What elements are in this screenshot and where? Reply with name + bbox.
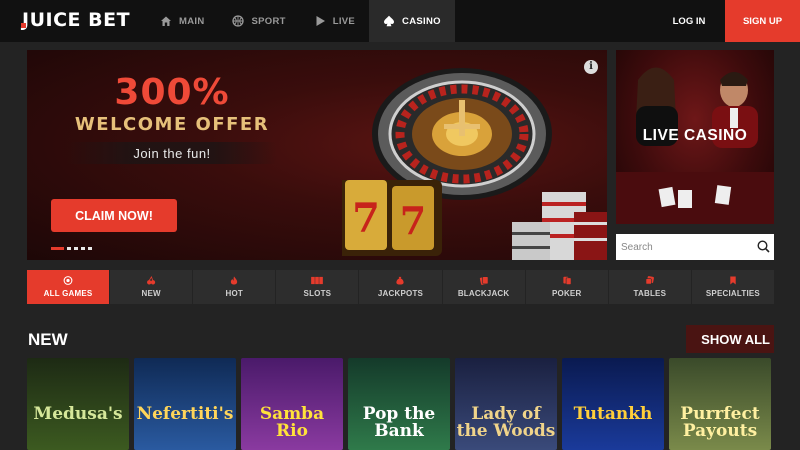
game-title: Purrfect Payouts xyxy=(680,404,760,441)
signup-button[interactable]: SIGN UP xyxy=(725,0,800,42)
game-title: Medusa's xyxy=(33,404,123,424)
carousel-dot[interactable] xyxy=(74,247,78,250)
chip-stacks xyxy=(512,192,607,260)
carousel-dots xyxy=(51,247,92,250)
slot-reels: 7 7 7 xyxy=(342,180,442,256)
home-icon xyxy=(161,16,171,26)
tab-all-games[interactable]: ALL GAMES xyxy=(27,270,111,304)
tab-label: TABLES xyxy=(633,289,667,298)
game-tile[interactable]: Pop the Bank xyxy=(348,358,450,450)
category-tabs: ALL GAMES NEW HOT SLOTS JACKPOTS BLACKJA… xyxy=(27,270,774,304)
search-icon[interactable] xyxy=(757,240,770,253)
top-header: JUICE BET MAIN SPORT LIVE CASINO LOG IN … xyxy=(0,0,800,42)
game-title: Nefertiti's xyxy=(136,404,234,424)
tab-specialties[interactable]: SPECIALTIES xyxy=(691,270,774,304)
tab-label: JACKPOTS xyxy=(377,289,424,298)
bookmark-icon xyxy=(730,276,736,285)
slot-digit-2: 7 xyxy=(352,195,380,242)
slots-icon xyxy=(311,276,324,285)
info-icon[interactable]: i xyxy=(584,60,598,74)
search-box xyxy=(616,234,774,260)
game-tile[interactable]: Samba Rio xyxy=(241,358,343,450)
tab-label: SPECIALTIES xyxy=(705,289,760,298)
cherry-icon xyxy=(147,276,156,285)
nav-label-sport: SPORT xyxy=(251,15,286,27)
tab-label: SLOTS xyxy=(303,289,332,298)
tab-new[interactable]: NEW xyxy=(110,270,194,304)
chip-icon xyxy=(63,276,73,285)
game-tile[interactable]: Nefertiti's xyxy=(134,358,236,450)
nav-label-live: LIVE xyxy=(332,15,356,27)
tab-slots[interactable]: SLOTS xyxy=(276,270,360,304)
roulette-slots-illustration: 7 7 7 xyxy=(342,68,607,260)
carousel-dot[interactable] xyxy=(88,247,92,250)
nav-item-main[interactable]: MAIN xyxy=(146,0,218,42)
basketball-icon xyxy=(232,15,245,27)
tab-label: BLACKJACK xyxy=(457,289,510,298)
claim-now-button[interactable]: CLAIM NOW! xyxy=(51,199,177,232)
game-title: Samba Rio xyxy=(259,404,325,441)
logo-text: JUICE BET xyxy=(22,9,131,31)
slot-digit-3: 7 xyxy=(400,198,426,243)
play-icon xyxy=(316,16,325,26)
nav-label-main: MAIN xyxy=(179,15,205,27)
carousel-dot[interactable] xyxy=(81,247,85,250)
tab-poker[interactable]: POKER xyxy=(525,270,609,304)
tab-label: ALL GAMES xyxy=(43,289,93,298)
nav-label-casino: CASINO xyxy=(402,15,441,27)
carousel-dot[interactable] xyxy=(67,247,71,250)
game-tile[interactable]: Tutankh xyxy=(562,358,664,450)
cards-icon xyxy=(479,276,488,285)
dice-icon xyxy=(645,276,654,285)
tab-blackjack[interactable]: BLACKJACK xyxy=(442,270,526,304)
game-tile[interactable]: Purrfect Payouts xyxy=(669,358,771,450)
live-casino-title: LIVE CASINO xyxy=(642,127,748,144)
offer-percent: 300% xyxy=(114,72,230,113)
poker-cards-icon xyxy=(563,276,572,285)
logo-dot xyxy=(21,23,26,28)
logo[interactable]: JUICE BET xyxy=(21,9,131,31)
offer-title: WELCOME OFFER xyxy=(74,114,270,135)
nav-item-live[interactable]: LIVE xyxy=(300,0,369,42)
tab-jackpots[interactable]: JACKPOTS xyxy=(359,270,443,304)
new-games-row: Medusa's Nefertiti's Samba Rio Pop the B… xyxy=(27,358,775,450)
show-all-button[interactable]: SHOW ALL xyxy=(686,325,774,353)
tab-hot[interactable]: HOT xyxy=(193,270,277,304)
live-casino-card[interactable]: LIVE CASINO xyxy=(616,50,774,224)
game-title: Lady of the Woods xyxy=(456,404,556,441)
flame-icon xyxy=(231,276,238,285)
tab-label: POKER xyxy=(551,289,582,298)
tab-tables[interactable]: TABLES xyxy=(608,270,692,304)
game-title: Tutankh xyxy=(573,404,653,424)
search-input[interactable] xyxy=(616,234,751,260)
section-title-new: NEW xyxy=(28,330,68,349)
main-nav: MAIN SPORT LIVE CASINO xyxy=(146,0,455,42)
game-tile[interactable]: Lady of the Woods xyxy=(455,358,557,450)
tab-label: HOT xyxy=(225,289,244,298)
login-button[interactable]: LOG IN xyxy=(654,0,724,42)
nav-item-casino[interactable]: CASINO xyxy=(369,0,455,42)
tab-label: NEW xyxy=(141,289,161,298)
spade-icon xyxy=(384,15,395,27)
nav-item-sport[interactable]: SPORT xyxy=(218,0,299,42)
carousel-dot-active[interactable] xyxy=(51,247,64,250)
offer-subtitle: Join the fun! xyxy=(133,146,211,161)
game-tile[interactable]: Medusa's xyxy=(27,358,129,450)
game-title: Pop the Bank xyxy=(362,404,436,441)
money-bag-icon xyxy=(396,276,405,285)
welcome-offer-banner[interactable]: 7 7 7 300% WELCOME OFFER Join the fun! C… xyxy=(27,50,607,260)
